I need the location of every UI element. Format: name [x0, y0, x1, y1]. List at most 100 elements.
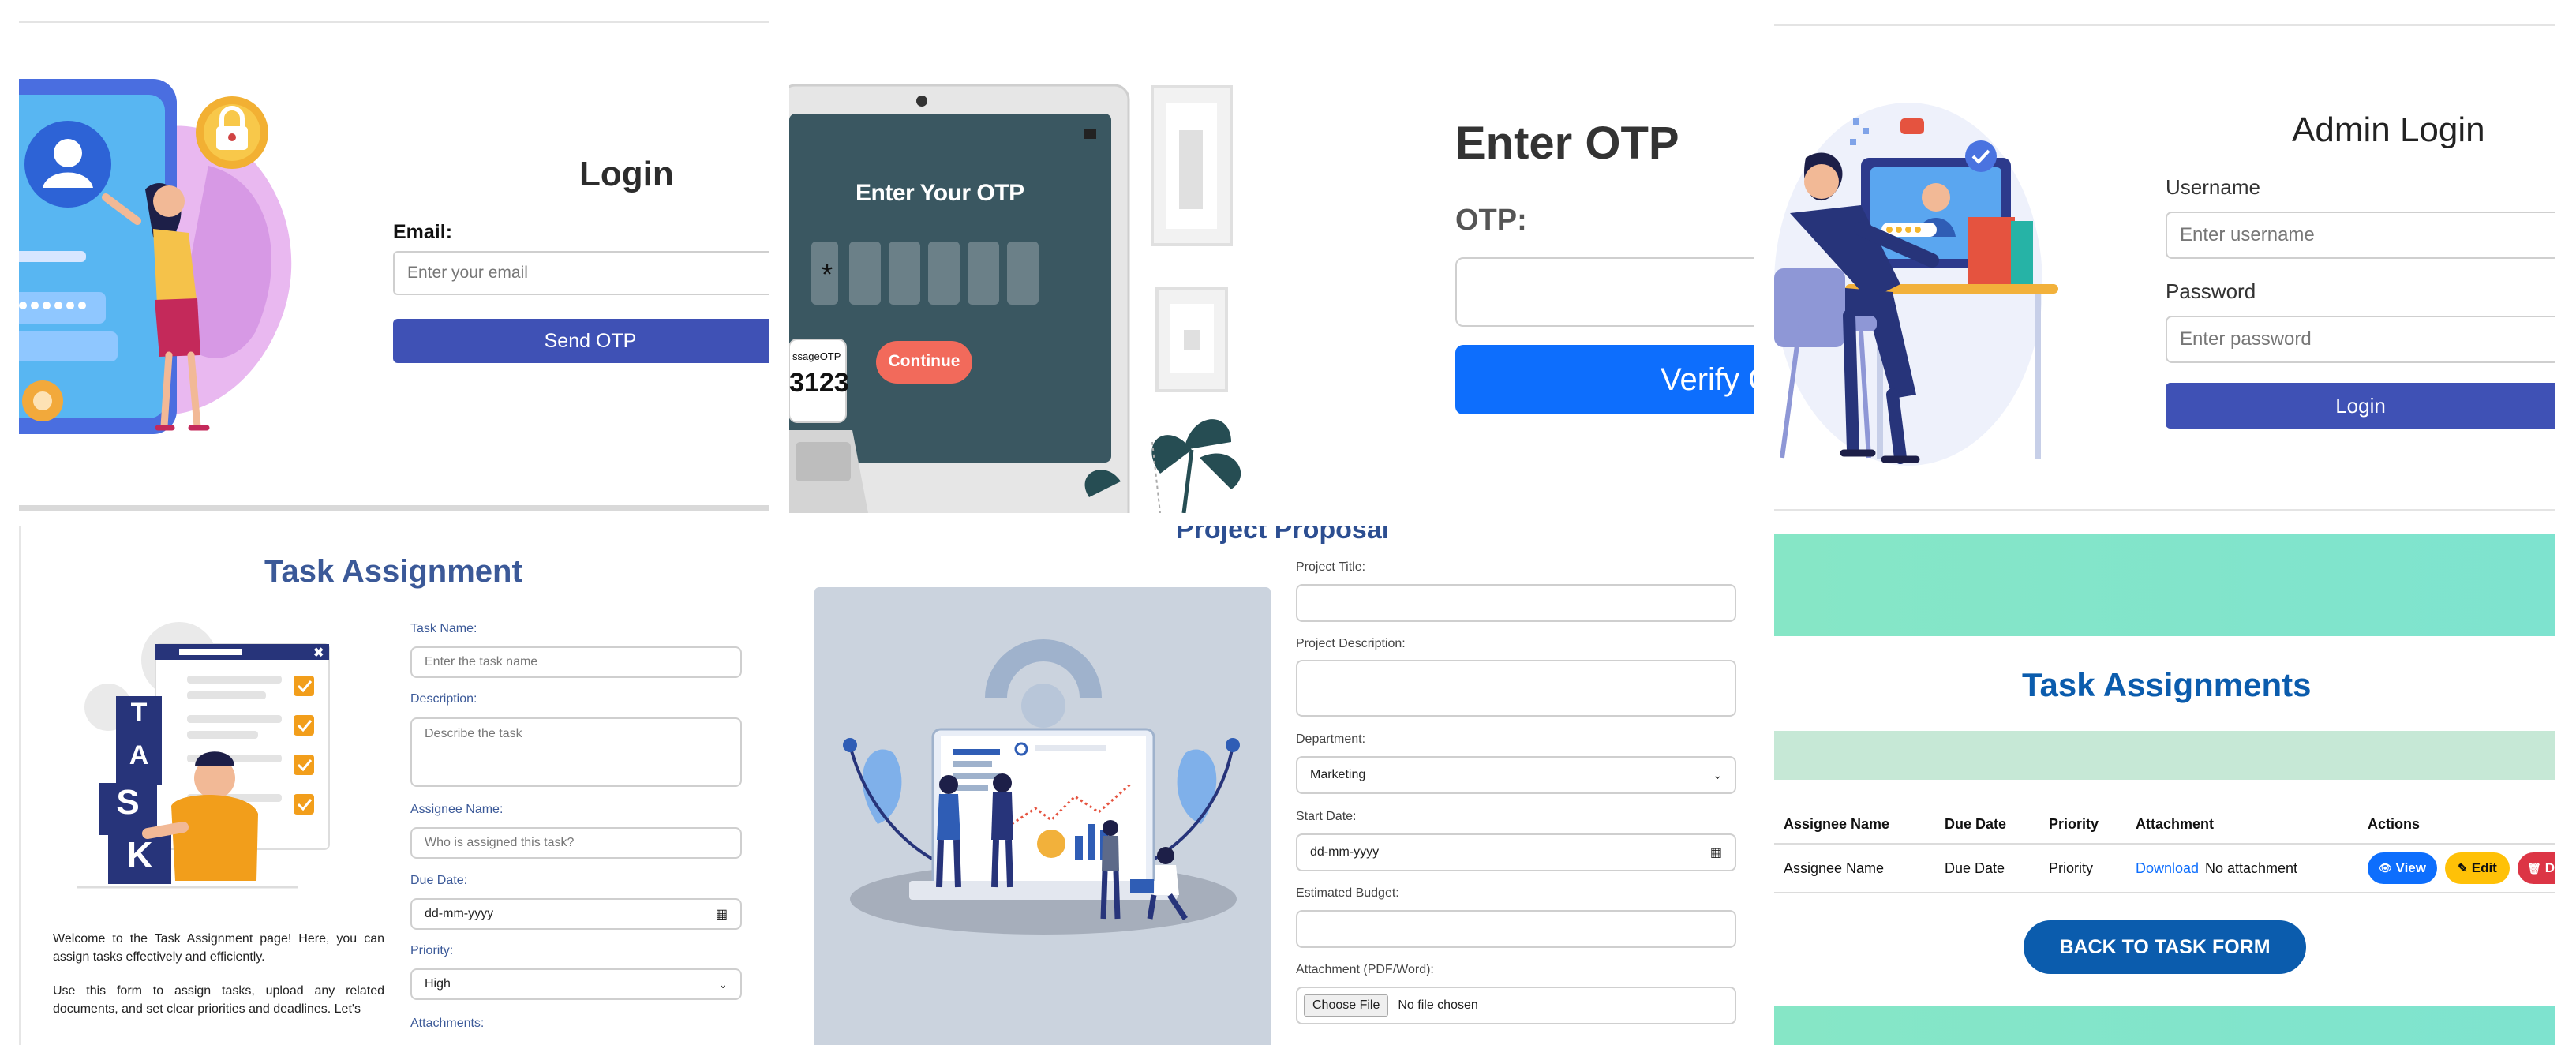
calendar-icon[interactable]: ▦ [716, 906, 728, 922]
edit-label: Edit [2471, 860, 2497, 875]
cell-no-attachment: No attachment [2205, 860, 2298, 876]
phone-security-illustration [19, 79, 292, 434]
top-divider [1774, 24, 2555, 26]
edit-button[interactable]: ✎ Edit [2445, 852, 2510, 884]
admin-login-title: Admin Login [2292, 110, 2485, 149]
budget-input[interactable] [1296, 910, 1736, 948]
start-date-value: dd-mm-yyyy [1310, 845, 1380, 859]
task-letter-a: A [129, 740, 149, 770]
email-placeholder: Enter your email [407, 264, 528, 282]
intro-paragraph-2: Use this form to assign tasks, upload an… [53, 984, 384, 1016]
cell-assignee: Assignee Name [1784, 860, 1885, 876]
teal-footer-band [1774, 1006, 2555, 1045]
send-otp-button[interactable]: Send OTP [393, 319, 769, 363]
pencil-icon: ✎ [2458, 862, 2468, 875]
department-value: Marketing [1310, 768, 1366, 781]
phone-message-label: ssageOTP [792, 350, 841, 362]
attachment-file-input[interactable]: Choose File No file chosen [1296, 987, 1736, 1024]
no-file-text: No file chosen [1398, 998, 1478, 1012]
page-title: Login [579, 155, 674, 193]
download-link[interactable]: Download [2136, 860, 2199, 877]
email-field[interactable]: Enter your email [393, 251, 769, 295]
password-label: Password [2166, 279, 2256, 303]
assignee-input[interactable]: Who is assigned this task? [410, 827, 742, 859]
send-otp-label: Send OTP [544, 329, 637, 352]
table-title: Task Assignments [2022, 666, 2312, 703]
due-date-label: Due Date: [410, 874, 468, 887]
back-to-task-form-button[interactable]: BACK TO TASK FORM [2024, 920, 2306, 974]
project-description-label: Project Description: [1296, 637, 1406, 650]
department-select[interactable]: Marketing ⌄ [1296, 756, 1736, 794]
otp-illustration-panel: * Enter Your OTP Continue ssageOTP 3123 [789, 0, 1754, 513]
back-button-label: BACK TO TASK FORM [2059, 935, 2271, 958]
delete-button[interactable]: 🗑 D [2518, 852, 2555, 884]
priority-label: Priority: [410, 944, 454, 957]
start-date-input[interactable]: dd-mm-yyyy ▦ [1296, 833, 1736, 871]
top-divider [19, 21, 769, 23]
chevron-down-icon: ⌄ [1713, 768, 1722, 781]
column-assignee: Assignee Name [1784, 816, 1890, 832]
verify-otp-title: Enter OTP [1455, 118, 1679, 169]
priority-value: High [425, 977, 451, 991]
project-title-label: Project Title: [1296, 560, 1366, 574]
bottom-divider [19, 505, 769, 511]
username-placeholder: Enter username [2180, 224, 2315, 245]
login-email-panel: Login Email: Enter your email Send OTP [19, 0, 769, 513]
laptop-otp-illustration: * [789, 84, 1241, 513]
eye-icon: 👁 [2379, 862, 2392, 874]
trash-icon: 🗑 [2527, 861, 2541, 875]
continue-label: Continue [888, 352, 960, 370]
task-assignment-title: Task Assignment [264, 554, 522, 589]
description-textarea[interactable]: Describe the task [410, 717, 742, 787]
cell-due-date: Due Date [1945, 860, 2005, 876]
calendar-icon[interactable]: ▦ [1710, 845, 1722, 860]
cell-priority: Priority [2049, 860, 2094, 876]
view-label: View [2395, 860, 2426, 875]
project-description-textarea[interactable] [1296, 660, 1736, 717]
username-label: Username [2166, 175, 2260, 199]
intro-paragraph-1: Welcome to the Task Assignment page! Her… [53, 932, 384, 964]
svg-text:*: * [822, 258, 833, 290]
task-name-input[interactable]: Enter the task name [410, 646, 742, 678]
department-label: Department: [1296, 732, 1366, 746]
column-actions: Actions [2368, 816, 2421, 832]
proposal-title: Project Proposal [1176, 526, 1390, 545]
project-proposal-panel: Project Proposal Project Title: Project … [789, 526, 1754, 1045]
attachment-label: Attachment (PDF/Word): [1296, 963, 1434, 976]
due-date-value: dd-mm-yyyy [425, 907, 494, 920]
password-field[interactable]: Enter password [2166, 316, 2555, 363]
otp-input[interactable] [1455, 257, 1754, 327]
column-priority: Priority [2049, 816, 2099, 832]
attachments-label: Attachments: [410, 1017, 485, 1030]
choose-file-button[interactable]: Choose File [1304, 994, 1389, 1017]
admin-login-panel: Admin Login Username Enter username Pass… [1774, 0, 2555, 513]
description-placeholder: Describe the task [425, 727, 522, 740]
password-placeholder: Enter password [2180, 328, 2312, 350]
teal-header-band [1774, 534, 2555, 636]
assignee-label: Assignee Name: [410, 803, 504, 816]
table-row: Assignee Name Due Date Priority Download… [1774, 845, 2555, 893]
task-name-placeholder: Enter the task name [425, 655, 538, 669]
assignee-placeholder: Who is assigned this task? [425, 836, 575, 849]
screenshot-collage: Login Email: Enter your email Send OTP * [0, 0, 2576, 1045]
view-button[interactable]: 👁 View [2368, 852, 2437, 884]
email-label: Email: [393, 221, 453, 243]
task-assignment-panel: Task Assignment ✖ T A S K Welcome to the… [19, 526, 769, 1045]
otp-label: OTP: [1455, 204, 1527, 237]
task-letter-s: S [116, 783, 140, 822]
task-table: Assignee Name Due Date Priority Attachme… [1774, 803, 2555, 893]
priority-select[interactable]: High ⌄ [410, 968, 742, 1000]
verify-otp-button[interactable]: Verify O [1455, 345, 1754, 414]
description-label: Description: [410, 692, 477, 706]
chevron-down-icon: ⌄ [718, 977, 728, 991]
verify-otp-label: Verify O [1661, 361, 1754, 397]
due-date-input[interactable]: dd-mm-yyyy ▦ [410, 898, 742, 930]
admin-login-button[interactable]: Login [2166, 383, 2555, 429]
task-letter-k: K [126, 834, 153, 875]
admin-login-label: Login [2335, 393, 2386, 418]
budget-label: Estimated Budget: [1296, 886, 1399, 900]
analytics-illustration [814, 587, 1271, 1045]
username-field[interactable]: Enter username [2166, 212, 2555, 259]
task-name-label: Task Name: [410, 622, 477, 635]
project-title-input[interactable] [1296, 584, 1736, 622]
